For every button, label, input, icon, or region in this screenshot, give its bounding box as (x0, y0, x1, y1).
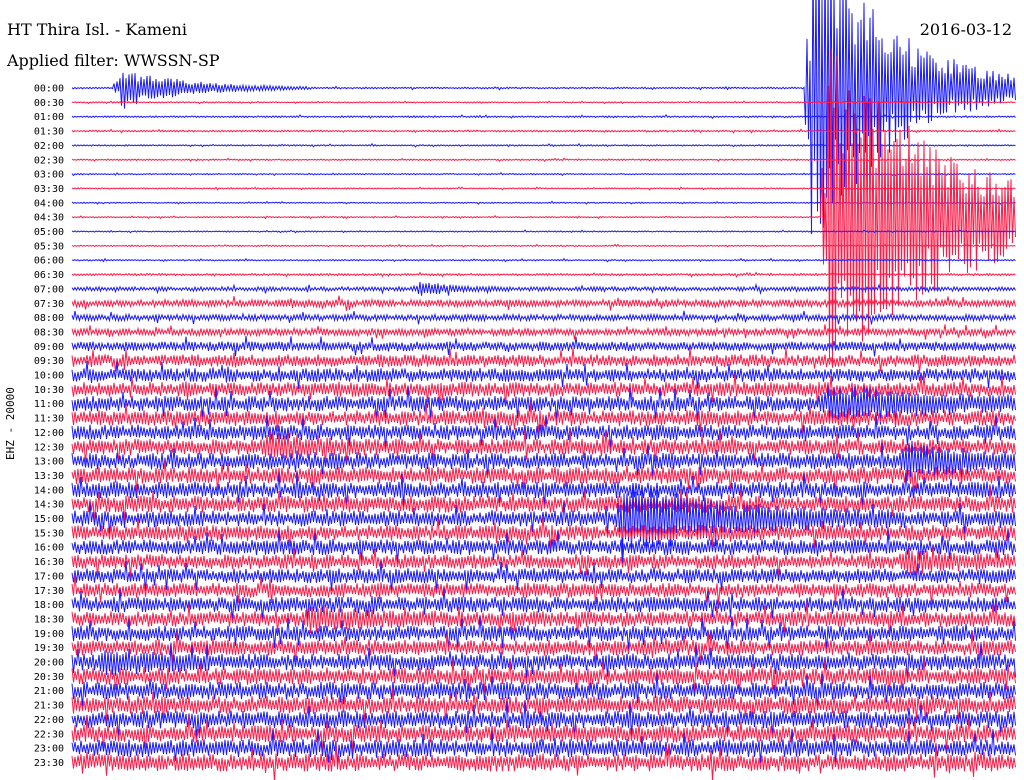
row-time-label: 16:30 (34, 557, 64, 568)
row-time-label: 08:30 (34, 327, 64, 338)
row-time-label: 18:30 (34, 614, 64, 625)
seismic-trace-0300 (71, 171, 1016, 177)
row-time-label: 20:30 (34, 672, 64, 683)
row-time-label: 02:30 (34, 155, 64, 166)
seismic-trace-0130 (71, 128, 1016, 134)
row-time-label: 21:00 (34, 686, 64, 697)
seismic-trace-0200 (71, 142, 1016, 148)
row-time-label: 19:30 (34, 643, 64, 654)
row-time-label: 07:00 (34, 284, 64, 295)
row-time-label: 20:00 (34, 658, 64, 669)
row-time-label: 09:30 (34, 356, 64, 367)
row-time-label: 11:30 (34, 414, 64, 425)
row-time-label: 00:30 (34, 98, 64, 109)
date-label: 2016-03-12 (919, 20, 1012, 39)
row-time-label: 10:30 (34, 385, 64, 396)
row-time-label: 08:00 (34, 313, 64, 324)
row-time-label: 04:00 (34, 198, 64, 209)
station-title: HT Thira Isl. - Kameni (7, 20, 187, 39)
row-time-label: 13:30 (34, 471, 64, 482)
row-time-label: 07:30 (34, 299, 64, 310)
row-time-label: 01:00 (34, 112, 64, 123)
channel-label: EHZ - 20000 (4, 387, 17, 460)
row-time-label: 11:00 (34, 399, 64, 410)
row-time-label: 05:30 (34, 241, 64, 252)
row-time-label: 21:30 (34, 701, 64, 712)
seismic-trace-0800 (71, 310, 1016, 325)
row-time-label: 06:00 (34, 256, 64, 267)
row-time-label: 10:00 (34, 371, 64, 382)
row-time-label: 12:00 (34, 428, 64, 439)
row-time-label: 18:00 (34, 600, 64, 611)
row-time-label: 09:00 (34, 342, 64, 353)
row-time-label: 12:30 (34, 442, 64, 453)
row-time-label: 16:00 (34, 543, 64, 554)
row-time-label: 01:30 (34, 127, 64, 138)
row-time-label: 05:00 (34, 227, 64, 238)
row-time-label: 15:00 (34, 514, 64, 525)
row-time-label: 14:00 (34, 485, 64, 496)
row-time-label: 00:00 (34, 84, 64, 95)
seismic-trace-0830 (71, 324, 1016, 340)
seismic-trace-0900 (71, 335, 1016, 357)
row-time-label: 22:30 (34, 729, 64, 740)
row-time-label: 23:30 (34, 758, 64, 769)
row-time-label: 06:30 (34, 270, 64, 281)
row-time-label: 03:00 (34, 170, 64, 181)
row-time-label: 17:00 (34, 571, 64, 582)
row-time-label: 15:30 (34, 528, 64, 539)
row-time-label: 17:30 (34, 586, 64, 597)
row-time-label: 19:00 (34, 629, 64, 640)
seismogram-plot: 00:00 00:30 01:00 01:30 02:00 02:30 03:00 03:30… (34, 0, 1016, 780)
row-time-label: 04:30 (34, 213, 64, 224)
filter-label: Applied filter: WWSSN-SP (7, 51, 220, 70)
row-time-label: 22:00 (34, 715, 64, 726)
row-time-label: 02:00 (34, 141, 64, 152)
row-time-label: 23:00 (34, 744, 64, 755)
seismic-trace-0230 (71, 157, 1016, 163)
row-time-label: 03:30 (34, 184, 64, 195)
row-time-label: 14:30 (34, 500, 64, 511)
row-time-label: 13:00 (34, 457, 64, 468)
